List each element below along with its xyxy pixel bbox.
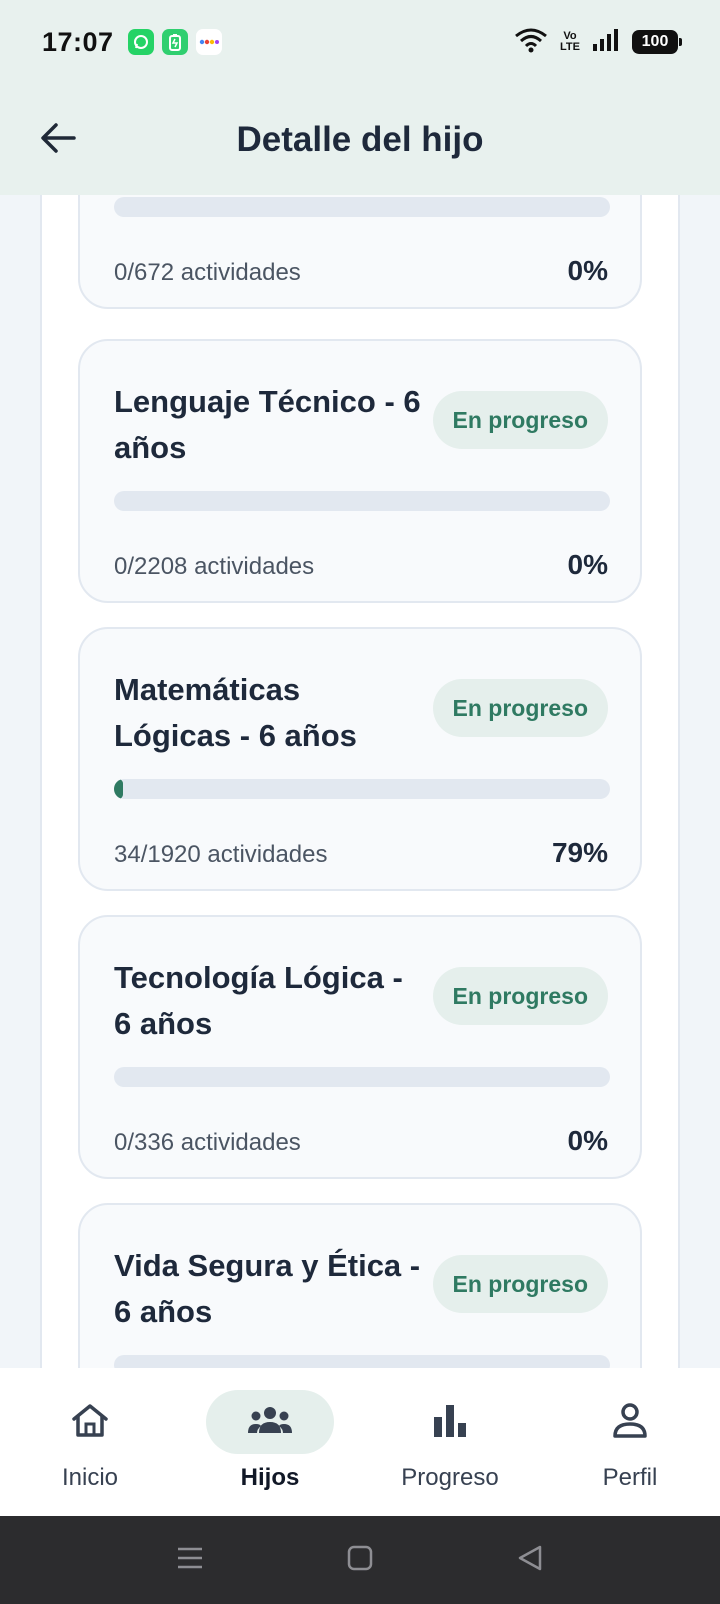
home-system-button[interactable]: [340, 1540, 380, 1580]
signal-icon: [592, 28, 620, 57]
recents-button[interactable]: [170, 1540, 210, 1580]
nav-item-progreso[interactable]: Progreso: [360, 1368, 540, 1516]
progress-percent: 0%: [567, 255, 608, 286]
course-card[interactable]: Lenguaje Técnico - 6 años En progreso 0/…: [78, 339, 642, 603]
nav-icon-container: [206, 1390, 334, 1454]
whatsapp-icon: [127, 29, 154, 55]
nav-label: Progreso: [401, 1464, 499, 1491]
nav-item-perfil[interactable]: Perfil: [540, 1368, 720, 1516]
wifi-icon: [514, 27, 548, 58]
home-icon: [70, 1402, 110, 1443]
course-card[interactable]: 0/672 actividades 0%: [78, 195, 642, 309]
status-badge: En progreso: [432, 391, 608, 449]
activities-count: 0/2208 actividades: [114, 553, 315, 580]
progress-percent: 0%: [567, 1125, 608, 1156]
group-icon: [246, 1405, 294, 1440]
bar-chart-icon: [432, 1403, 468, 1442]
volte-icon: Vo LTE: [560, 31, 580, 53]
system-nav-bar: [0, 1516, 720, 1604]
back-button[interactable]: [36, 118, 80, 162]
activities-count: 34/1920 actividades: [114, 841, 328, 868]
app-dots-icon: [195, 29, 222, 55]
battery-app-icon: [161, 29, 188, 55]
course-title: Matemáticas Lógicas - 6 años: [114, 672, 357, 753]
progress-bar: [114, 779, 610, 799]
volte-bottom-label: LTE: [560, 41, 580, 53]
progress-bar: [114, 1355, 610, 1368]
course-title: Vida Segura y Ética - 6 años: [114, 1248, 421, 1329]
nav-label: Inicio: [61, 1464, 119, 1491]
triangle-back-icon: [517, 1544, 543, 1577]
page-title: Detalle del hijo: [236, 119, 484, 159]
notification-icons: [127, 29, 222, 55]
battery-indicator: 100: [632, 30, 682, 54]
person-icon: [612, 1402, 648, 1443]
course-title: Tecnología Lógica - 6 años: [114, 960, 403, 1041]
nav-icon-container: [26, 1390, 154, 1454]
nav-item-hijos[interactable]: Hijos: [180, 1368, 360, 1516]
arrow-left-icon: [40, 122, 76, 159]
back-system-button[interactable]: [510, 1540, 550, 1580]
status-bar: 17:07 Vo LTE 100: [0, 0, 720, 84]
course-card[interactable]: Vida Segura y Ética - 6 años En progreso: [78, 1203, 642, 1368]
course-card[interactable]: Matemáticas Lógicas - 6 años En progreso…: [78, 627, 642, 891]
progress-bar: [114, 197, 610, 217]
activities-count: 0/672 actividades: [114, 259, 301, 286]
progress-bar: [114, 491, 610, 511]
nav-label: Perfil: [602, 1464, 658, 1491]
nav-label: Hijos: [240, 1464, 300, 1491]
app-header: Detalle del hijo: [0, 84, 720, 195]
status-time: 17:07: [42, 26, 114, 57]
nav-icon-container: [386, 1390, 514, 1454]
status-badge: En progreso: [432, 1255, 608, 1313]
menu-lines-icon: [176, 1546, 204, 1575]
status-badge: En progreso: [432, 967, 608, 1025]
course-title: Lenguaje Técnico - 6 años: [114, 384, 421, 465]
status-indicators: Vo LTE 100: [514, 27, 682, 58]
progress-bar: [114, 1067, 610, 1087]
course-card[interactable]: Tecnología Lógica - 6 años En progreso 0…: [78, 915, 642, 1179]
activities-count: 0/336 actividades: [114, 1129, 301, 1156]
content-area[interactable]: 0/672 actividades 0% Lenguaje Técnico - …: [0, 195, 720, 1368]
progress-fill: [114, 779, 123, 799]
square-icon: [347, 1545, 373, 1576]
bottom-nav: Inicio Hijos Progreso Perfil: [0, 1368, 720, 1516]
nav-item-inicio[interactable]: Inicio: [0, 1368, 180, 1516]
status-badge: En progreso: [432, 679, 608, 737]
progress-percent: 79%: [551, 837, 608, 868]
progress-percent: 0%: [567, 549, 608, 580]
nav-icon-container: [566, 1390, 694, 1454]
